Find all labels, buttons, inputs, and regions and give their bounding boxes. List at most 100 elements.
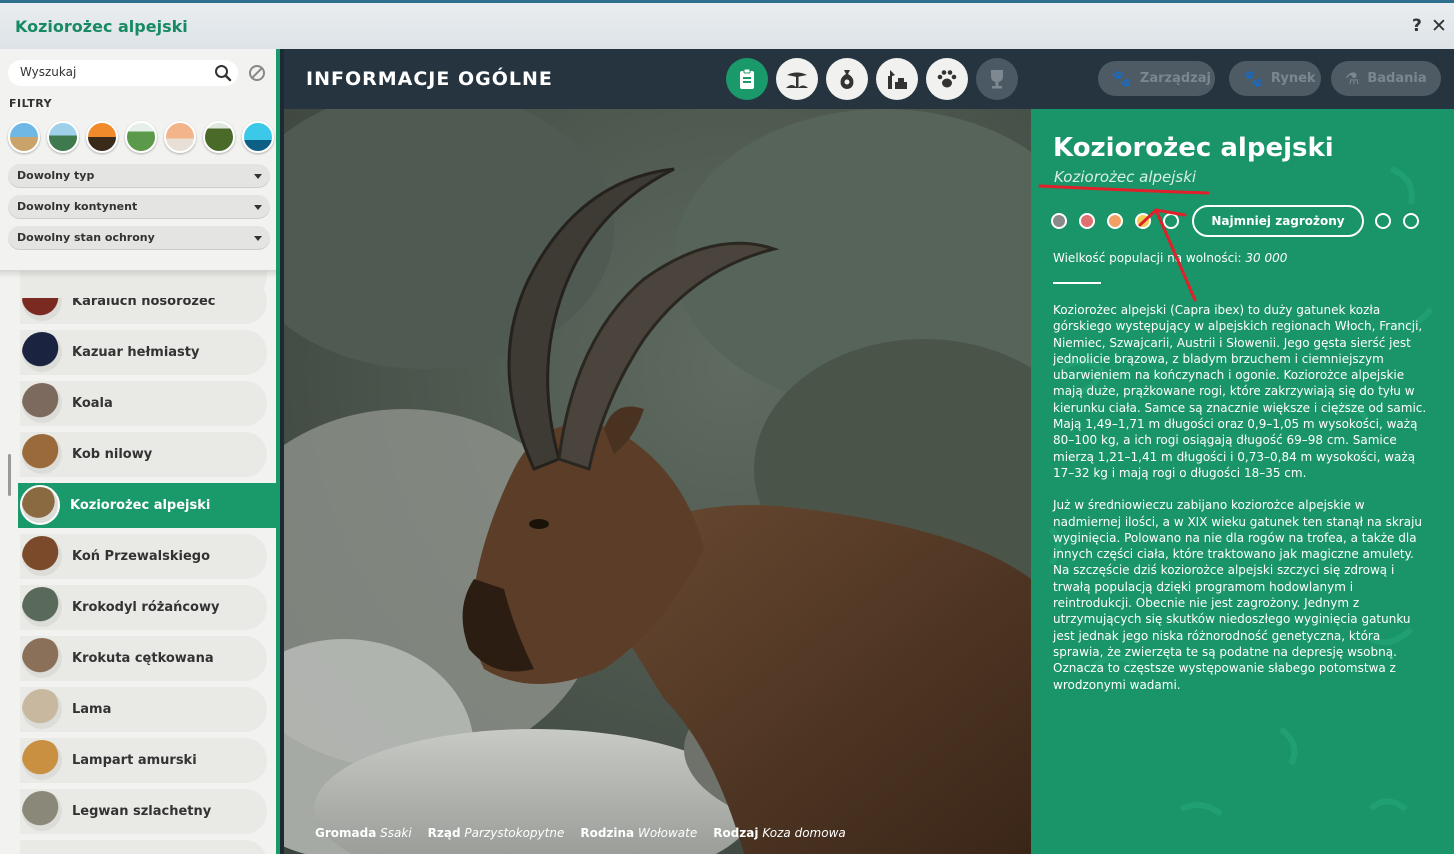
desert-icon[interactable]: [86, 121, 118, 153]
taiga-icon[interactable]: [47, 121, 79, 153]
market-button-label: Rynek: [1270, 71, 1316, 86]
market-button[interactable]: 🐾 Rynek: [1229, 61, 1321, 96]
list-item-label: Krokuta cętkowana: [72, 651, 214, 666]
list-item-label: Koala: [72, 396, 113, 411]
population-value: 30 000: [1245, 251, 1288, 265]
sidebar-scrollbar[interactable]: [8, 454, 11, 496]
habitat-icon: [786, 72, 808, 88]
paw-icon: 🐾: [1243, 69, 1263, 88]
filter-divider: [0, 270, 276, 278]
tab-animal[interactable]: [926, 58, 968, 100]
description-paragraph: Koziorożec alpejski (Capra ibex) to duży…: [1053, 303, 1427, 480]
conservation-status-badge: Najmniej zagrożony: [1192, 205, 1364, 237]
status-dot: [1051, 213, 1067, 229]
page-title: INFORMACJE OGÓLNE: [306, 68, 553, 90]
animal-thumbnail: [22, 332, 62, 372]
tab-general-info[interactable]: [726, 58, 768, 100]
filter-panel: Wyszukaj FILTRY Dowolny typ Dowolny kont…: [0, 49, 276, 271]
taxonomy-label: Rodzina: [580, 826, 635, 840]
animal-thumbnail: [22, 536, 62, 576]
page-header: INFORMACJE OGÓLNE 🐾 Zarządzaj 🐾 Rynek ⚗ …: [284, 49, 1454, 109]
search-input[interactable]: Wyszukaj: [20, 65, 76, 79]
temperate-icon[interactable]: [125, 121, 157, 153]
clipboard-icon: [740, 68, 754, 89]
filters-label: FILTRY: [9, 97, 53, 110]
paw-icon: 🐾: [1112, 69, 1132, 88]
animal-thumbnail: [22, 383, 62, 423]
search-field[interactable]: Wyszukaj: [8, 60, 238, 86]
tab-trophy[interactable]: [976, 58, 1018, 100]
taxonomy-value: Wołowate: [637, 826, 698, 840]
status-dot: [1079, 213, 1095, 229]
list-item-label: Koziorożec alpejski: [70, 498, 211, 513]
research-button[interactable]: ⚗ Badania: [1331, 61, 1441, 96]
food-sack-icon: [840, 70, 854, 89]
help-icon[interactable]: ?: [1412, 16, 1422, 36]
list-item[interactable]: Legwan szlachetny: [20, 789, 267, 834]
animal-photo: Gromada Ssaki Rząd Parzystokopytne Rodzina…: [284, 109, 1031, 854]
species-name: Koziorożec alpejski: [1053, 133, 1334, 163]
chevron-down-icon: [254, 236, 262, 241]
list-item-label: Krokodyl różańcowy: [72, 600, 220, 615]
list-item[interactable]: Koń Przewalskiego: [20, 534, 267, 579]
window-title: Koziorożec alpejski: [15, 17, 188, 36]
species-info-panel: Koziorożec alpejski Koziorożec alpejski …: [1031, 109, 1454, 854]
list-item-label: Legwan szlachetny: [72, 804, 212, 819]
description-paragraph: Już w średniowieczu zabijano koziorożce …: [1053, 498, 1423, 692]
status-dot: [1107, 213, 1123, 229]
continent-dropdown-label: Dowolny kontynent: [17, 200, 138, 213]
section-tabs: [726, 58, 1018, 100]
chevron-down-icon: [254, 205, 262, 210]
list-item[interactable]: Kazuar hełmiasty: [20, 330, 267, 375]
flask-icon: ⚗: [1345, 69, 1360, 88]
tundra-icon[interactable]: [164, 121, 196, 153]
ibex-image: [284, 109, 1031, 854]
status-dot: [1403, 213, 1419, 229]
status-dot: [1375, 213, 1391, 229]
animal-thumbnail: [20, 485, 60, 525]
close-icon[interactable]: ✕: [1431, 15, 1447, 37]
taxonomy-label: Rząd: [427, 826, 461, 840]
tropical-icon[interactable]: [203, 121, 235, 153]
list-item[interactable]: Koala: [20, 381, 267, 426]
tab-habitat[interactable]: [776, 58, 818, 100]
list-item[interactable]: Lama: [20, 687, 267, 732]
paw-icon: [937, 70, 957, 88]
animal-thumbnail: [22, 791, 62, 831]
animal-thumbnail: [22, 740, 62, 780]
list-item[interactable]: [20, 840, 267, 854]
continent-dropdown[interactable]: Dowolny kontynent: [8, 195, 270, 219]
window-titlebar: Koziorożec alpejski ? ✕: [0, 0, 1454, 49]
list-item-label: Kob nilowy: [72, 447, 153, 462]
list-item-label: Kazuar hełmiasty: [72, 345, 200, 360]
list-item[interactable]: Lampart amurski: [20, 738, 267, 783]
research-button-label: Badania: [1367, 71, 1427, 86]
type-dropdown-label: Dowolny typ: [17, 169, 95, 182]
conservation-dropdown[interactable]: Dowolny stan ochrony: [8, 226, 270, 250]
list-item[interactable]: Kob nilowy: [20, 432, 267, 477]
trophy-icon: [991, 70, 1003, 89]
tab-food[interactable]: [826, 58, 868, 100]
tab-enrichment[interactable]: [876, 58, 918, 100]
animal-thumbnail: [22, 638, 62, 678]
aquatic-icon[interactable]: [242, 121, 274, 153]
list-item[interactable]: Krokodyl różańcowy: [20, 585, 267, 630]
list-item[interactable]: Koziorożec alpejski: [18, 483, 276, 528]
type-dropdown[interactable]: Dowolny typ: [8, 164, 270, 188]
population-label: Wielkość populacji na wolności:: [1053, 251, 1242, 265]
manage-button-label: Zarządzaj: [1139, 71, 1211, 86]
wild-population: Wielkość populacji na wolności: 30 000: [1053, 251, 1287, 265]
status-dot: [1135, 213, 1151, 229]
manage-button[interactable]: 🐾 Zarządzaj: [1098, 61, 1215, 96]
species-latin-name: Koziorożec alpejski: [1054, 168, 1197, 186]
biome-filter-row: [8, 121, 274, 153]
search-icon[interactable]: [214, 64, 232, 82]
taxonomy-label: Gromada: [315, 826, 377, 840]
animal-thumbnail: [22, 689, 62, 729]
grassland-icon[interactable]: [8, 121, 40, 153]
taxonomy-value: Ssaki: [380, 826, 412, 840]
clear-filter-icon[interactable]: [247, 63, 267, 83]
list-item[interactable]: Krokuta cętkowana: [20, 636, 267, 681]
status-dot: [1163, 213, 1179, 229]
taxonomy-value: Parzystokopytne: [464, 826, 565, 840]
